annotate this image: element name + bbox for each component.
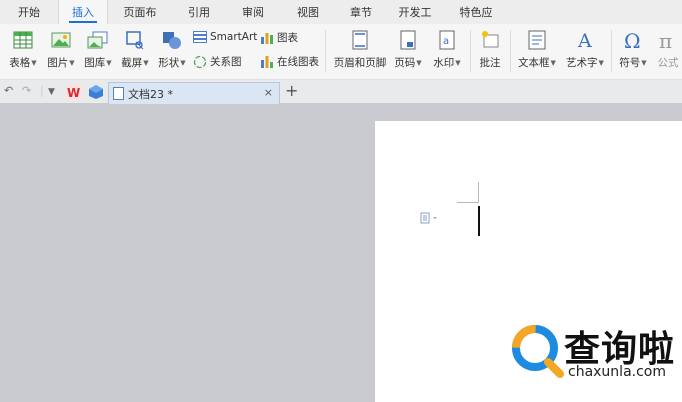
online-chart-label: 在线图表 [277,56,319,68]
header-footer-label: 页眉和页脚 [333,57,387,69]
document-tab[interactable]: 文档23 * × [108,82,280,104]
undo-icon[interactable]: ↶ [4,84,13,97]
smartart-button[interactable]: SmartArt [193,30,257,44]
shape-icon [161,29,183,51]
table-button[interactable]: 表格▼ [6,24,40,70]
gallery-button[interactable]: 图库▼ [80,24,116,70]
watermark-button[interactable]: a 水印▼ [430,24,464,70]
relation-label: 关系图 [210,56,242,68]
svg-text:a: a [443,36,449,47]
watermark-label: 水印 [433,57,455,69]
header-footer-button[interactable]: 页眉和页脚 [332,24,388,70]
comment-label: 批注 [479,57,501,69]
redo-icon[interactable]: ↷ [22,84,31,97]
page-number-label: 页码 [394,57,416,69]
ribbon-separator [611,30,612,72]
screenshot-label: 截屏 [121,57,143,69]
tab-review[interactable]: 审阅 [226,0,280,24]
watermark-icon: a [436,29,458,51]
document-tab-title: 文档23 * [128,87,173,101]
tab-developer[interactable]: 开发工具 [386,0,444,45]
ribbon-separator [470,30,471,72]
symbol-button[interactable]: Ω 符号▼ [616,24,650,70]
table-label: 表格 [9,57,31,69]
omega-icon: Ω [622,29,644,51]
online-chart-button[interactable]: 在线图表 [260,54,319,69]
watermark-url: chaxunla.com [568,364,666,380]
screenshot-icon [124,29,146,51]
header-footer-icon [349,29,371,51]
comment-icon [479,29,501,51]
margin-corner-mark [478,182,479,203]
search-logo-icon [512,325,564,378]
ribbon-separator [325,30,326,72]
wordart-button[interactable]: A 艺术字▼ [564,24,606,70]
svg-text:π: π [659,30,672,50]
textbox-button[interactable]: 文本框▼ [516,24,558,70]
smartart-label: SmartArt [210,31,258,43]
symbol-label: 符号 [619,57,641,69]
gallery-icon [87,29,109,51]
formula-label: 公式 [657,57,679,69]
picture-label: 图片 [47,57,69,69]
tab-insert[interactable]: 插入 [58,0,108,24]
tab-special-apps[interactable]: 特色应用 [444,0,508,45]
svg-text:W: W [67,86,80,100]
gallery-label: 图库 [84,57,106,69]
comment-button[interactable]: 批注 [476,24,504,70]
textbox-label: 文本框 [518,57,550,69]
quick-access-dropdown-icon[interactable]: ▼ [48,87,55,97]
document-tab-strip: ↶ ↷ | ▼ W 文档23 * × + [0,80,682,104]
qa-divider: | [40,84,44,97]
cloud-box-icon[interactable] [88,84,104,100]
wordart-icon: A [574,29,596,51]
chart-label: 图表 [277,32,298,44]
tab-page-layout[interactable]: 页面布局 [108,0,172,45]
ribbon-separator [510,30,511,72]
tab-references[interactable]: 引用 [172,0,226,24]
pi-icon: π [657,29,679,51]
wordart-label: 艺术字 [566,57,598,69]
formula-button[interactable]: π 公式 [654,24,682,70]
online-chart-icon [260,55,274,69]
document-icon [113,87,124,100]
menu-bar: 开始 插入 页面布局 引用 审阅 视图 章节 开发工具 特色应用 [0,0,682,45]
picture-icon [50,29,72,51]
shape-label: 形状 [158,57,180,69]
close-tab-icon[interactable]: × [264,86,273,99]
picture-button[interactable]: 图片▼ [44,24,78,70]
chart-button[interactable]: 图表 [260,30,298,45]
wps-logo-icon[interactable]: W [66,84,82,100]
text-cursor [478,206,480,236]
margin-corner-mark [457,202,479,203]
textbox-icon [526,29,548,51]
shape-button[interactable]: 形状▼ [155,24,189,70]
svg-text:A: A [577,30,592,50]
table-icon [12,29,34,51]
tab-start[interactable]: 开始 [0,0,58,24]
new-tab-button[interactable]: + [285,81,298,100]
chart-icon [260,31,274,45]
page-number-button[interactable]: 页码▼ [393,24,423,70]
relation-button[interactable]: 关系图 [193,54,242,69]
svg-text:Ω: Ω [624,30,641,50]
tab-chapter[interactable]: 章节 [336,0,386,24]
ribbon-insert: 表格▼ 图片▼ 图库▼ 截屏▼ 形状▼ SmartArt 关系图 图表 在线图表… [0,24,682,80]
paragraph-layout-icon[interactable] [420,212,440,224]
relation-icon [193,55,207,69]
screenshot-button[interactable]: 截屏▼ [118,24,152,70]
smartart-icon [193,30,207,44]
tab-view[interactable]: 视图 [280,0,336,24]
page-number-icon [397,29,419,51]
